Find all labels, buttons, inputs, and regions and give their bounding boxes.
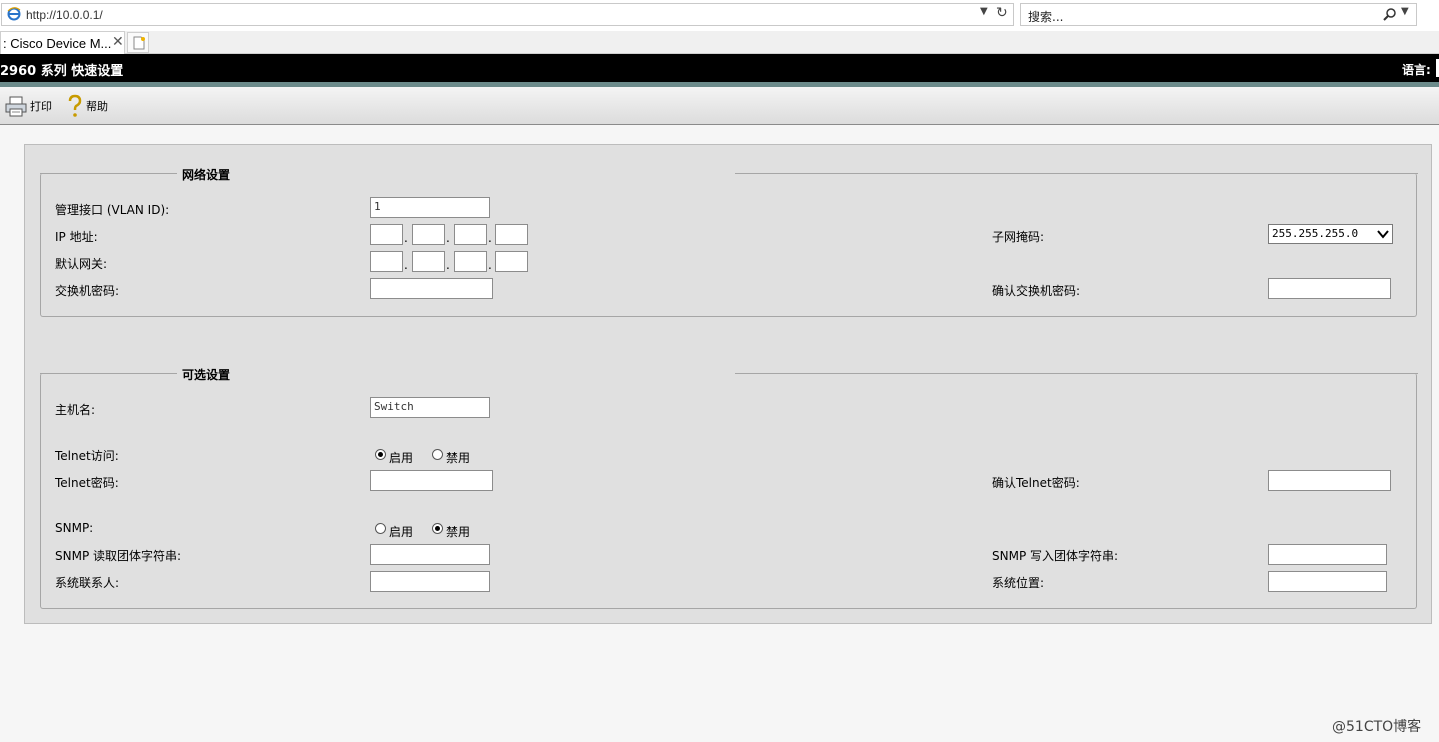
- snmp-label: SNMP:: [55, 521, 94, 535]
- tab-cisco-device-manager[interactable]: : Cisco Device M... ✕: [0, 31, 125, 54]
- snmp-read-community-label: SNMP 读取团体字符串:: [55, 549, 182, 563]
- new-page-icon: [133, 36, 145, 50]
- snmp-write-community-input[interactable]: [1268, 544, 1387, 565]
- telnet-password-label: Telnet密码:: [55, 476, 119, 490]
- watermark: @51CTO博客: [1332, 719, 1422, 735]
- setup-panel: 网络设置 管理接口 (VLAN ID): 1 IP 地址: . . . 子网掩码…: [24, 144, 1432, 624]
- snmp-disable-radio[interactable]: [432, 523, 443, 534]
- legend-line-right: [735, 173, 1418, 174]
- chevron-down-icon[interactable]: ▼: [980, 6, 988, 17]
- ip-dot: .: [446, 231, 450, 245]
- legend-line-left: [40, 173, 177, 174]
- language-label: 语言:: [1402, 63, 1431, 77]
- gw-octet-1-input[interactable]: [370, 251, 403, 272]
- print-label: 打印: [30, 100, 52, 113]
- confirm-switch-password-label: 确认交换机密码:: [992, 284, 1081, 298]
- address-bar[interactable]: http://10.0.0.1/ ▼ ↻: [1, 3, 1014, 26]
- search-placeholder: 搜索...: [1028, 10, 1064, 24]
- network-settings-legend: 网络设置: [178, 166, 235, 183]
- printer-icon: [5, 96, 27, 117]
- app-header: 2960 系列 快速设置 语言:: [0, 54, 1439, 82]
- subnet-mask-value: 255.255.255.0: [1272, 227, 1359, 240]
- search-chevron-icon[interactable]: ▼: [1401, 6, 1409, 17]
- optional-settings-group: 可选设置 主机名: Switch Telnet访问: 启用 禁用 Telnet密…: [40, 366, 1418, 609]
- gw-octet-4-input[interactable]: [495, 251, 528, 272]
- snmp-enable-label: 启用: [389, 525, 414, 539]
- system-contact-input[interactable]: [370, 571, 490, 592]
- system-contact-label: 系统联系人:: [55, 576, 120, 590]
- ip-octet-3-input[interactable]: [454, 224, 487, 245]
- ip-octet-4-input[interactable]: [495, 224, 528, 245]
- optional-settings-legend: 可选设置: [178, 366, 235, 383]
- confirm-telnet-password-label: 确认Telnet密码:: [992, 476, 1080, 490]
- telnet-enable-radio[interactable]: [375, 449, 386, 460]
- telnet-access-label: Telnet访问:: [55, 449, 119, 463]
- tab-strip: : Cisco Device M... ✕: [0, 31, 1439, 54]
- gw-dot: .: [446, 258, 450, 272]
- toolbar: 打印 帮助: [0, 87, 1439, 125]
- snmp-read-community-input[interactable]: [370, 544, 490, 565]
- switch-password-input[interactable]: [370, 278, 493, 299]
- help-button[interactable]: 帮助: [66, 94, 108, 117]
- gw-dot: .: [488, 258, 492, 272]
- tab-title: : Cisco Device M...: [3, 36, 112, 51]
- ip-octet-1-input[interactable]: [370, 224, 403, 245]
- hostname-input[interactable]: Switch: [370, 397, 490, 418]
- snmp-write-community-label: SNMP 写入团体字符串:: [992, 549, 1119, 563]
- page-title: 2960 系列 快速设置: [0, 64, 124, 79]
- browser-address-row: http://10.0.0.1/ ▼ ↻ 搜索... ▼: [0, 0, 1439, 31]
- help-label: 帮助: [86, 100, 108, 113]
- refresh-icon[interactable]: ↻: [996, 5, 1008, 21]
- search-input[interactable]: 搜索... ▼: [1020, 3, 1417, 26]
- print-button[interactable]: 打印: [4, 95, 52, 117]
- confirm-switch-password-input[interactable]: [1268, 278, 1391, 299]
- gw-dot: .: [404, 258, 408, 272]
- telnet-enable-label: 启用: [389, 451, 414, 465]
- system-location-input[interactable]: [1268, 571, 1387, 592]
- new-tab-button[interactable]: [127, 32, 149, 53]
- confirm-telnet-password-input[interactable]: [1268, 470, 1391, 491]
- ip-octet-2-input[interactable]: [412, 224, 445, 245]
- subnet-mask-label: 子网掩码:: [992, 230, 1045, 244]
- ip-dot: .: [488, 231, 492, 245]
- gw-octet-3-input[interactable]: [454, 251, 487, 272]
- telnet-disable-radio[interactable]: [432, 449, 443, 460]
- legend-line-right: [735, 373, 1418, 374]
- ip-address-label: IP 地址:: [55, 230, 98, 244]
- mgmt-vlan-input[interactable]: 1: [370, 197, 490, 218]
- snmp-enable-radio[interactable]: [375, 523, 386, 534]
- address-text: http://10.0.0.1/: [26, 8, 103, 22]
- system-location-label: 系统位置:: [992, 576, 1045, 590]
- hostname-label: 主机名:: [55, 403, 96, 417]
- ip-dot: .: [404, 231, 408, 245]
- default-gateway-label: 默认网关:: [55, 257, 108, 271]
- mgmt-interface-label: 管理接口 (VLAN ID):: [55, 203, 170, 217]
- subnet-mask-select[interactable]: 255.255.255.0: [1268, 224, 1393, 244]
- close-icon[interactable]: ✕: [112, 34, 124, 50]
- search-icon[interactable]: [1383, 7, 1397, 21]
- gw-octet-2-input[interactable]: [412, 251, 445, 272]
- snmp-disable-label: 禁用: [446, 525, 471, 539]
- telnet-disable-label: 禁用: [446, 451, 471, 465]
- ie-icon: [7, 7, 21, 21]
- telnet-password-input[interactable]: [370, 470, 493, 491]
- network-settings-group: 网络设置 管理接口 (VLAN ID): 1 IP 地址: . . . 子网掩码…: [40, 166, 1418, 317]
- legend-line-left: [40, 373, 177, 374]
- help-icon: [68, 94, 82, 117]
- switch-password-label: 交换机密码:: [55, 284, 120, 298]
- chevron-down-icon: [1377, 230, 1389, 239]
